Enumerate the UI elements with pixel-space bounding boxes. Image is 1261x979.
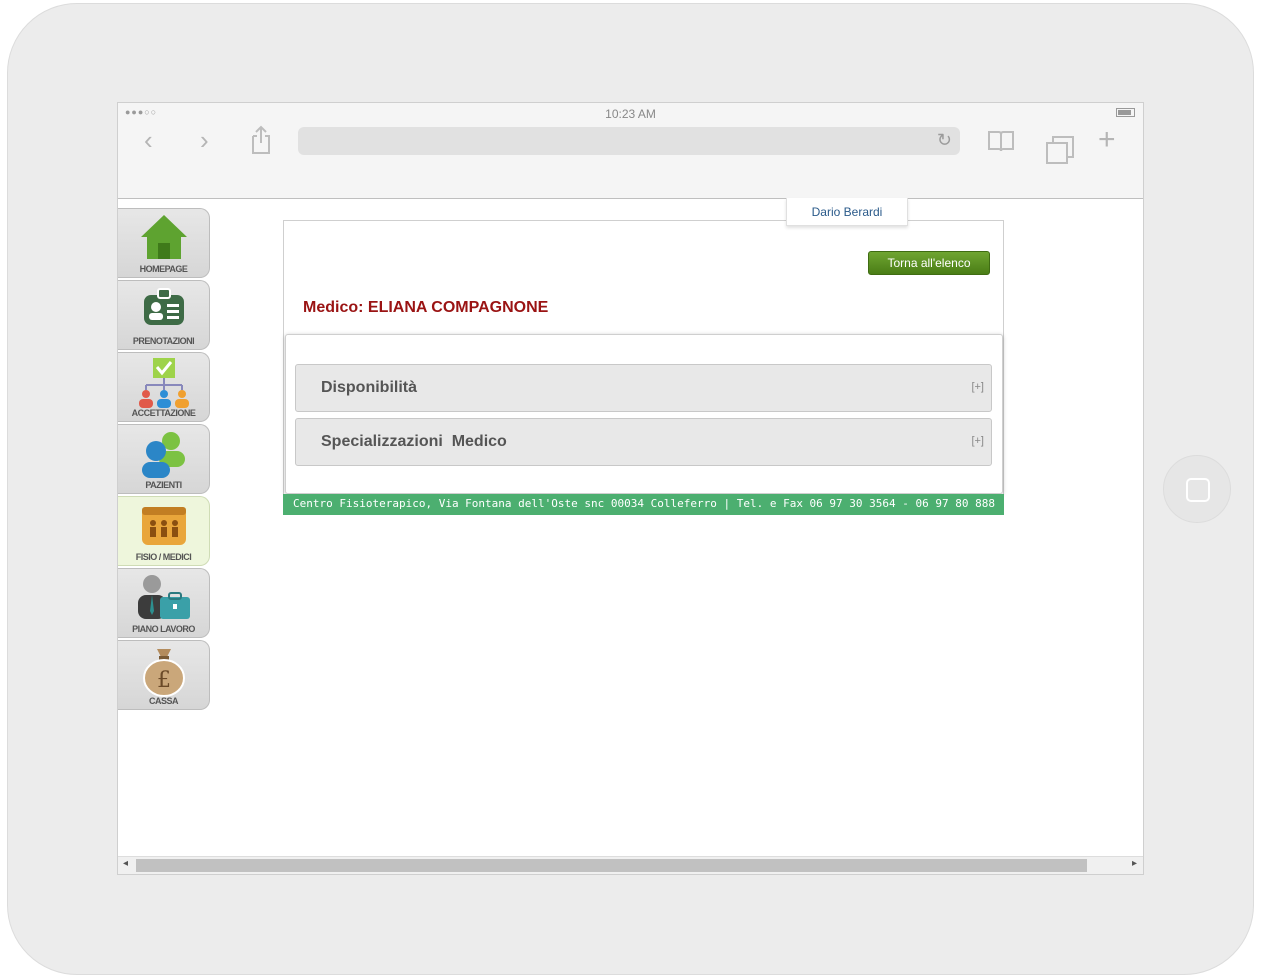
sidebar-item-label: PRENOTAZIONI [132, 336, 195, 346]
expand-toggle[interactable]: [+] [971, 435, 984, 447]
new-tab-icon[interactable]: + [1098, 125, 1116, 155]
sidebar-item-fisio-medici[interactable]: FISIO / MEDICI [118, 496, 210, 566]
accordion-title: Specializzazioni Medico [321, 433, 507, 450]
sections-container [285, 334, 1003, 494]
bookmarks-icon[interactable] [988, 130, 1014, 152]
sidebar: HOMEPAGE PRENOTAZIONI ACCETTAZIONE PAZIE… [118, 208, 211, 712]
svg-text:£: £ [157, 668, 171, 693]
money-bag-icon: £ [142, 649, 185, 697]
accordion-disponibilita[interactable]: Disponibilità [+] [295, 364, 992, 412]
sidebar-item-label: ACCETTAZIONE [131, 408, 196, 418]
back-arrow-icon[interactable]: ‹ [144, 125, 153, 155]
reload-icon[interactable]: ↻ [937, 130, 952, 151]
page-title: Medico: ELIANA COMPAGNONE [303, 299, 549, 316]
home-icon [140, 215, 187, 259]
url-bar[interactable]: ↻ [298, 127, 960, 155]
accordion-specializzazioni[interactable]: Specializzazioni Medico [+] [295, 418, 992, 466]
sidebar-item-label: CASSA [148, 696, 179, 706]
scroll-left-arrow-icon[interactable]: ◂ [123, 858, 128, 869]
sidebar-item-label: PIANO LAVORO [132, 624, 195, 634]
sidebar-item-cassa[interactable]: £ CASSA [118, 640, 210, 710]
sidebar-item-label: PAZIENTI [145, 480, 182, 490]
badge-icon [143, 288, 184, 325]
home-square-icon [1186, 478, 1210, 502]
battery-icon [1116, 108, 1135, 117]
sidebar-item-prenotazioni[interactable]: PRENOTAZIONI [118, 280, 210, 350]
scroll-right-arrow-icon[interactable]: ▸ [1132, 858, 1137, 869]
staff-folder-icon [141, 507, 186, 545]
worker-briefcase-icon [137, 575, 190, 619]
user-name-tab[interactable]: Dario Berardi [786, 198, 908, 226]
forward-arrow-icon[interactable]: › [200, 125, 209, 155]
status-time: 10:23 AM [605, 107, 656, 121]
back-to-list-button[interactable]: Torna all'elenco [868, 251, 990, 275]
sidebar-item-label: HOMEPAGE [139, 264, 188, 274]
sidebar-item-pazienti[interactable]: PAZIENTI [118, 424, 210, 494]
screen: ●●●○○ 10:23 AM ‹ › ↻ + HOMEPAGE PRENOTAZ… [117, 102, 1144, 875]
sidebar-item-label: FISIO / MEDICI [135, 552, 192, 562]
org-chart-icon [138, 358, 189, 408]
scrollbar-thumb[interactable] [136, 859, 1087, 872]
sidebar-item-homepage[interactable]: HOMEPAGE [118, 208, 210, 278]
browser-toolbar: ●●●○○ 10:23 AM ‹ › ↻ + [118, 103, 1143, 199]
horizontal-scrollbar[interactable]: ◂ ▸ [118, 856, 1143, 874]
tabs-icon-front [1046, 142, 1068, 164]
accordion-title: Disponibilità [321, 379, 417, 396]
home-button[interactable] [1163, 455, 1231, 523]
footer-address: Centro Fisioterapico, Via Fontana dell'O… [283, 494, 1004, 515]
share-icon[interactable] [250, 125, 272, 155]
sidebar-item-piano-lavoro[interactable]: PIANO LAVORO [118, 568, 210, 638]
users-icon [141, 432, 185, 478]
sidebar-item-accettazione[interactable]: ACCETTAZIONE [118, 352, 210, 422]
expand-toggle[interactable]: [+] [971, 381, 984, 393]
